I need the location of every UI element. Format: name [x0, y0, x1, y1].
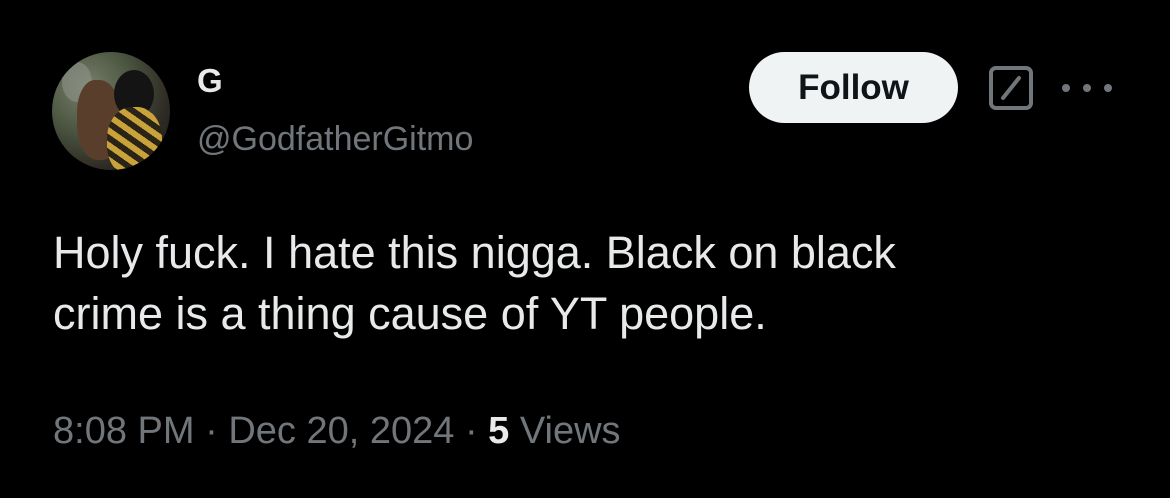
tweet-text: Holy fuck. I hate this nigga. Black on b… [53, 222, 1113, 344]
tweet-text-line: Holy fuck. I hate this nigga. Black on b… [53, 227, 896, 278]
tweet-text-line: crime is a thing cause of YT people. [53, 288, 767, 339]
author-display-name[interactable]: G [197, 64, 223, 97]
meta-separator: · [464, 410, 478, 452]
more-icon[interactable] [1062, 77, 1112, 99]
avatar[interactable] [52, 52, 170, 170]
views-label: Views [519, 410, 621, 452]
tweet: G @GodfatherGitmo Follow Holy fuck. I ha… [0, 0, 1170, 498]
views-count: 5 [488, 410, 510, 452]
meta-separator: · [205, 410, 218, 452]
author-handle[interactable]: @GodfatherGitmo [197, 122, 473, 156]
tweet-time[interactable]: 8:08 PM [53, 410, 195, 452]
follow-button[interactable]: Follow [749, 52, 958, 123]
grok-icon[interactable] [988, 65, 1034, 111]
tweet-meta: 8:08 PM · Dec 20, 2024 · 5 Views [53, 412, 621, 450]
tweet-date[interactable]: Dec 20, 2024 [228, 410, 454, 452]
